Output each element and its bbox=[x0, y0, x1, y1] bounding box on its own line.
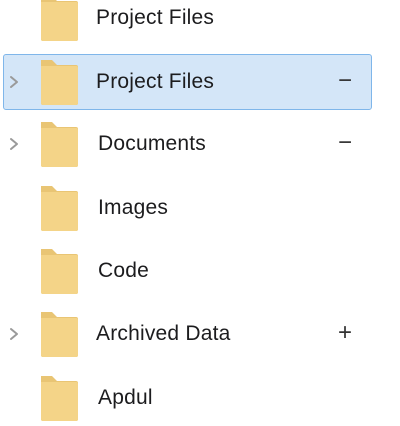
tree-item-label: Code bbox=[98, 259, 150, 282]
tree-row-project-files-top[interactable]: Project Files bbox=[0, 0, 400, 46]
expand-button[interactable]: + bbox=[334, 306, 356, 362]
tree-item-label: Apdul bbox=[98, 386, 153, 409]
folder-icon bbox=[41, 122, 78, 167]
tree-row-documents[interactable]: Documents − bbox=[0, 116, 400, 172]
tree-item-label: Images bbox=[98, 196, 169, 219]
tree-row-archived-data[interactable]: Archived Data + bbox=[0, 306, 400, 362]
folder-icon bbox=[41, 0, 78, 41]
collapse-button[interactable]: − bbox=[334, 116, 356, 172]
folder-icon bbox=[41, 312, 78, 357]
tree-row-code[interactable]: Code bbox=[0, 243, 400, 299]
chevron-right-icon[interactable] bbox=[7, 75, 21, 89]
tree-item-label: Project Files bbox=[96, 70, 215, 93]
folder-icon bbox=[41, 249, 78, 294]
folder-icon bbox=[41, 376, 78, 421]
chevron-right-icon[interactable] bbox=[7, 327, 21, 341]
folder-icon bbox=[41, 60, 78, 105]
tree-item-label: Archived Data bbox=[96, 322, 231, 345]
tree-item-label: Project Files bbox=[96, 6, 215, 29]
tree-row-project-files[interactable]: Project Files − bbox=[0, 54, 400, 110]
tree-item-label: Documents bbox=[98, 132, 207, 155]
tree-row-images[interactable]: Images bbox=[0, 180, 400, 236]
chevron-right-icon[interactable] bbox=[7, 137, 21, 151]
collapse-button[interactable]: − bbox=[334, 54, 356, 110]
tree-row-apdul[interactable]: Apdul bbox=[0, 370, 400, 426]
folder-icon bbox=[41, 186, 78, 231]
